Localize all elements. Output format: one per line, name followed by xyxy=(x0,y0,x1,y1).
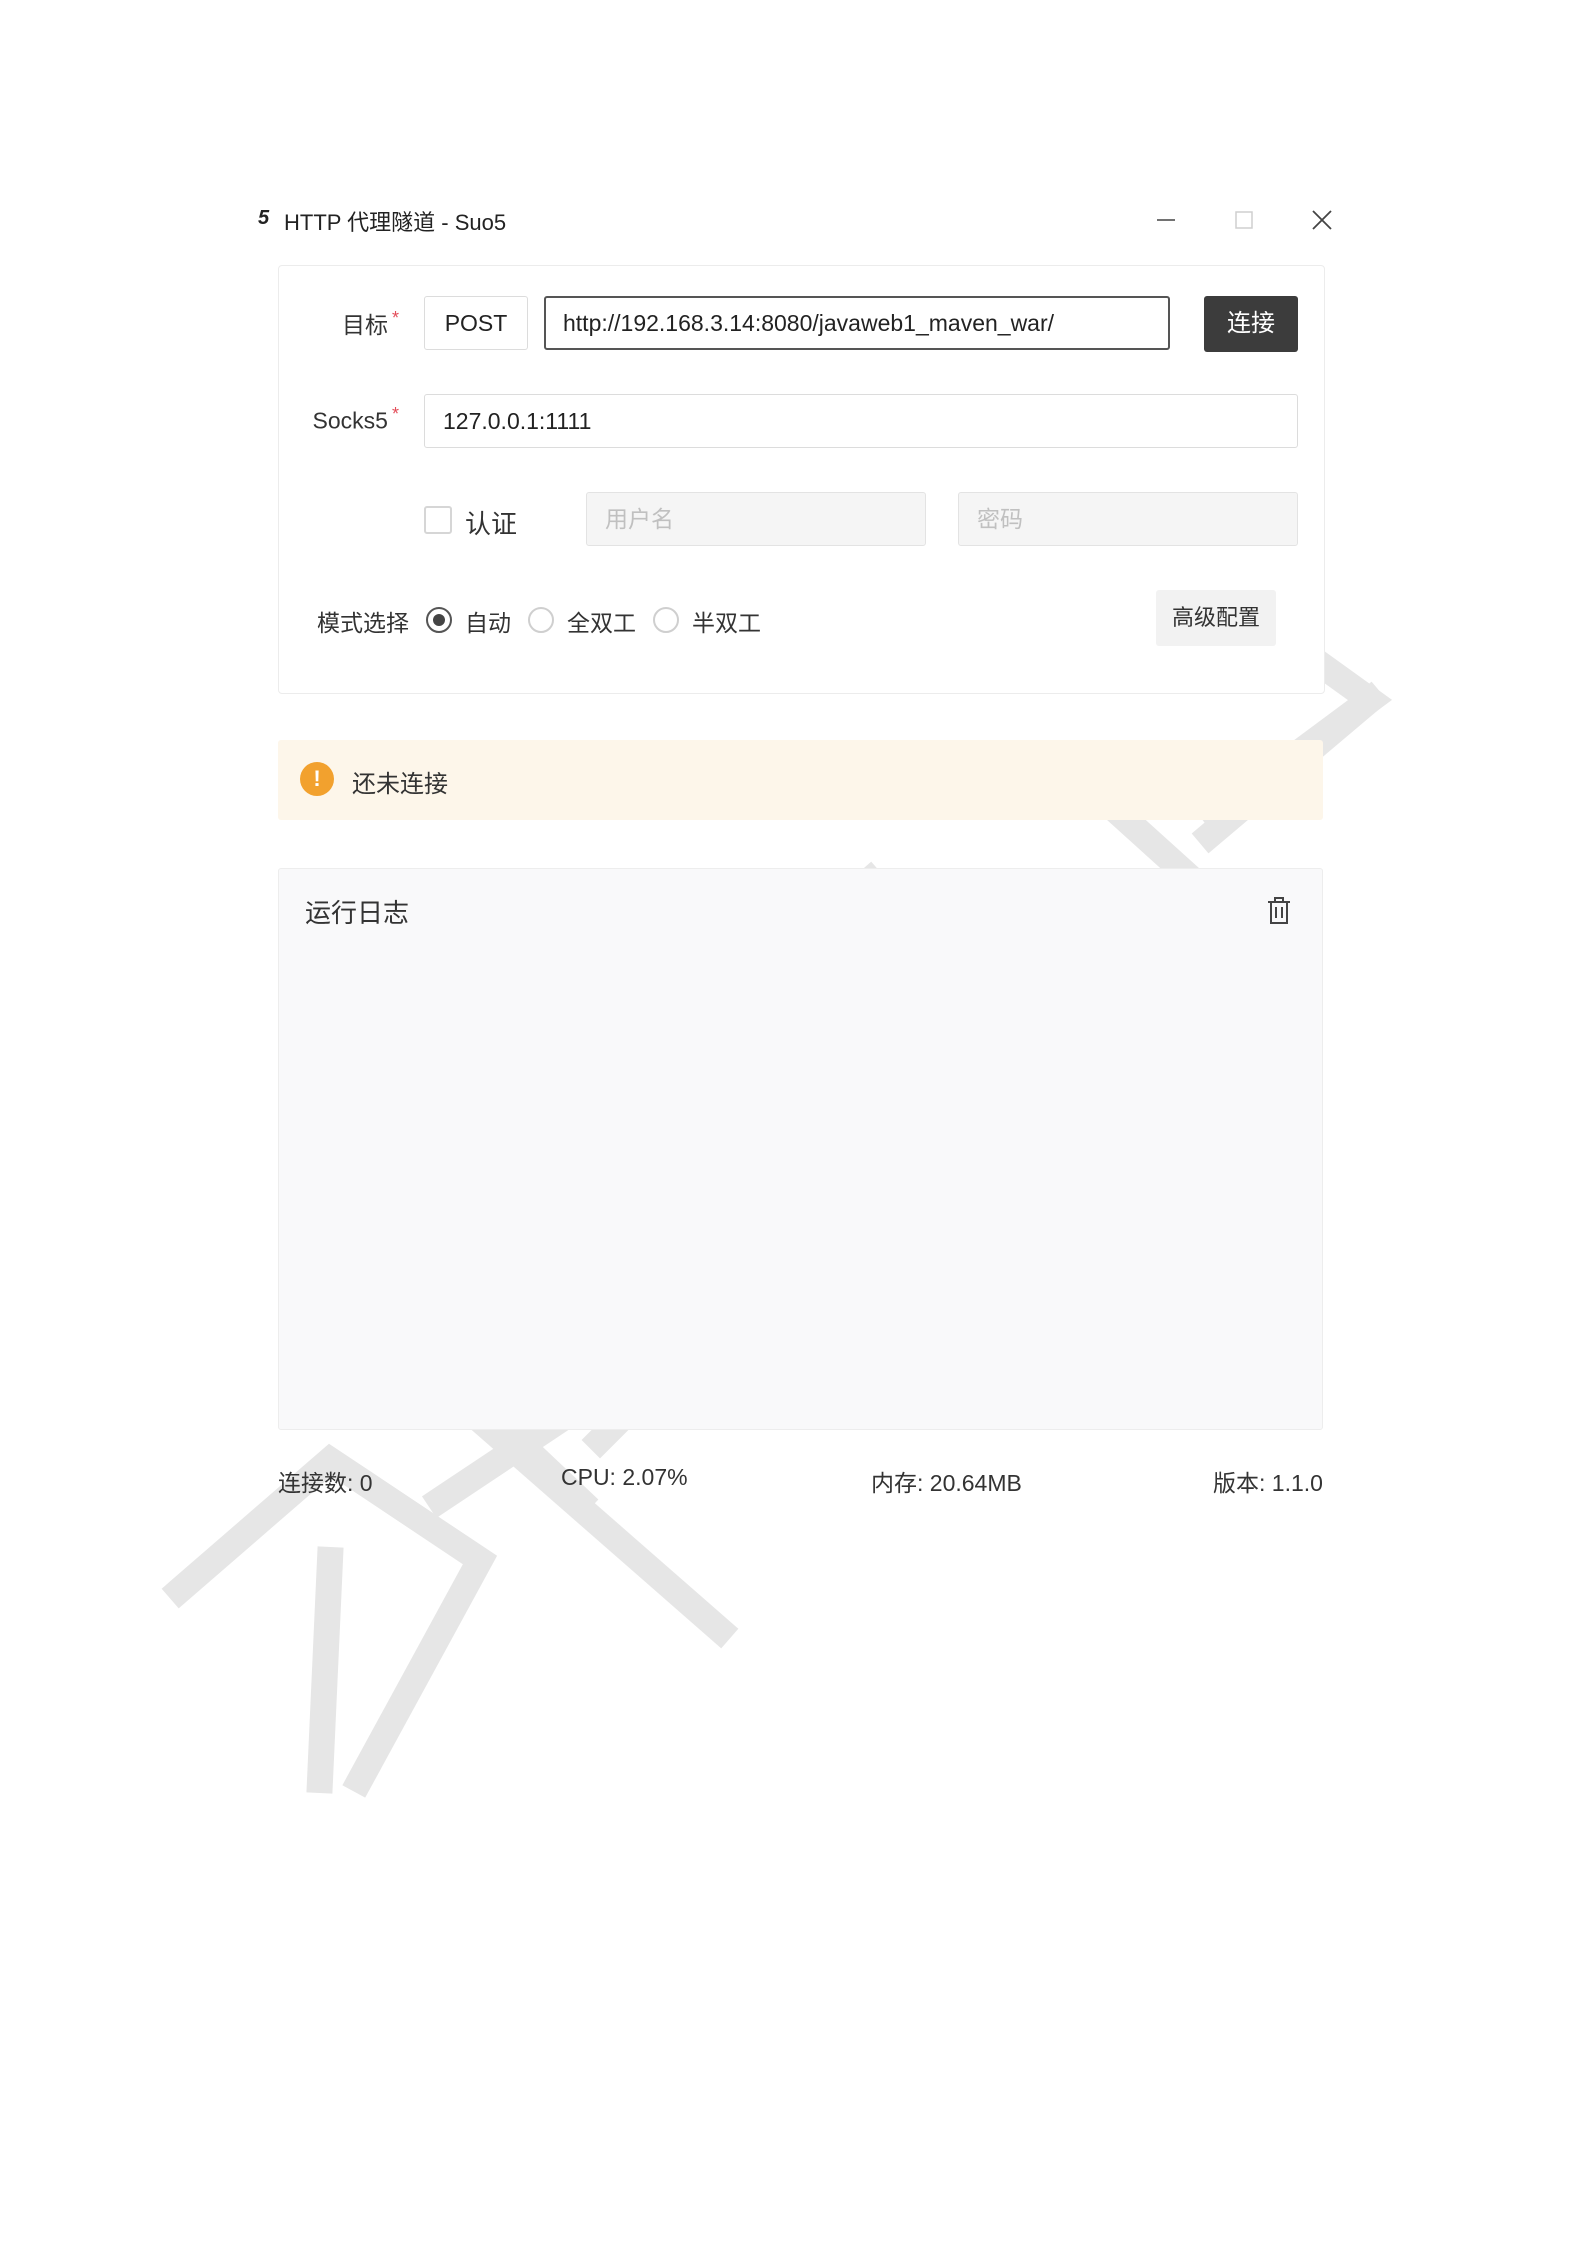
status-alert: ! 还未连接 xyxy=(278,740,1323,820)
mode-radio-half-duplex[interactable] xyxy=(653,607,679,633)
memory-usage: 内存: 20.64MB xyxy=(871,1470,1022,1496)
socks5-input[interactable]: 127.0.0.1:1111 xyxy=(424,394,1298,448)
close-icon xyxy=(1312,210,1332,230)
minimize-button[interactable] xyxy=(1144,198,1188,242)
auth-label: 认证 xyxy=(465,509,518,539)
password-input[interactable]: 密码 xyxy=(958,492,1298,546)
mode-half-duplex-label: 半双工 xyxy=(692,610,761,636)
app-version: 版本: 1.1.0 xyxy=(1213,1470,1323,1496)
advanced-config-button[interactable]: 高级配置 xyxy=(1156,590,1276,646)
app-logo: 5 xyxy=(258,207,270,229)
log-panel: 运行日志 xyxy=(278,868,1323,1430)
mode-radio-auto[interactable] xyxy=(426,607,452,633)
target-label: 目标 * xyxy=(341,308,399,338)
config-panel: 目标 * POST http://192.168.3.14:8080/javawe… xyxy=(278,265,1325,694)
connection-count: 连接数: 0 xyxy=(278,1470,373,1496)
auth-checkbox[interactable] xyxy=(424,506,452,534)
maximize-button[interactable] xyxy=(1222,198,1266,242)
warning-icon: ! xyxy=(300,762,334,796)
title-bar: 5 HTTP 代理隧道 - Suo5 xyxy=(248,190,1363,250)
mode-label: 模式选择 xyxy=(317,610,409,636)
target-url-input[interactable]: http://192.168.3.14:8080/javaweb1_maven_… xyxy=(544,296,1170,350)
window-title: HTTP 代理隧道 - Suo5 xyxy=(284,210,507,235)
cpu-usage: CPU: 2.07% xyxy=(561,1464,688,1490)
close-button[interactable] xyxy=(1300,198,1344,242)
mode-radio-full-duplex[interactable] xyxy=(528,607,554,633)
trash-icon[interactable] xyxy=(1262,893,1296,927)
status-text: 还未连接 xyxy=(352,771,448,798)
mode-full-duplex-label: 全双工 xyxy=(567,610,636,636)
log-title: 运行日志 xyxy=(305,898,410,928)
connect-button[interactable]: 连接 xyxy=(1204,296,1298,352)
maximize-icon xyxy=(1235,211,1253,229)
mode-auto-label: 自动 xyxy=(465,610,511,636)
minimize-icon xyxy=(1157,219,1175,221)
username-input[interactable]: 用户名 xyxy=(586,492,926,546)
method-select[interactable]: POST xyxy=(424,296,528,350)
socks5-label: Socks5 * xyxy=(312,404,399,434)
